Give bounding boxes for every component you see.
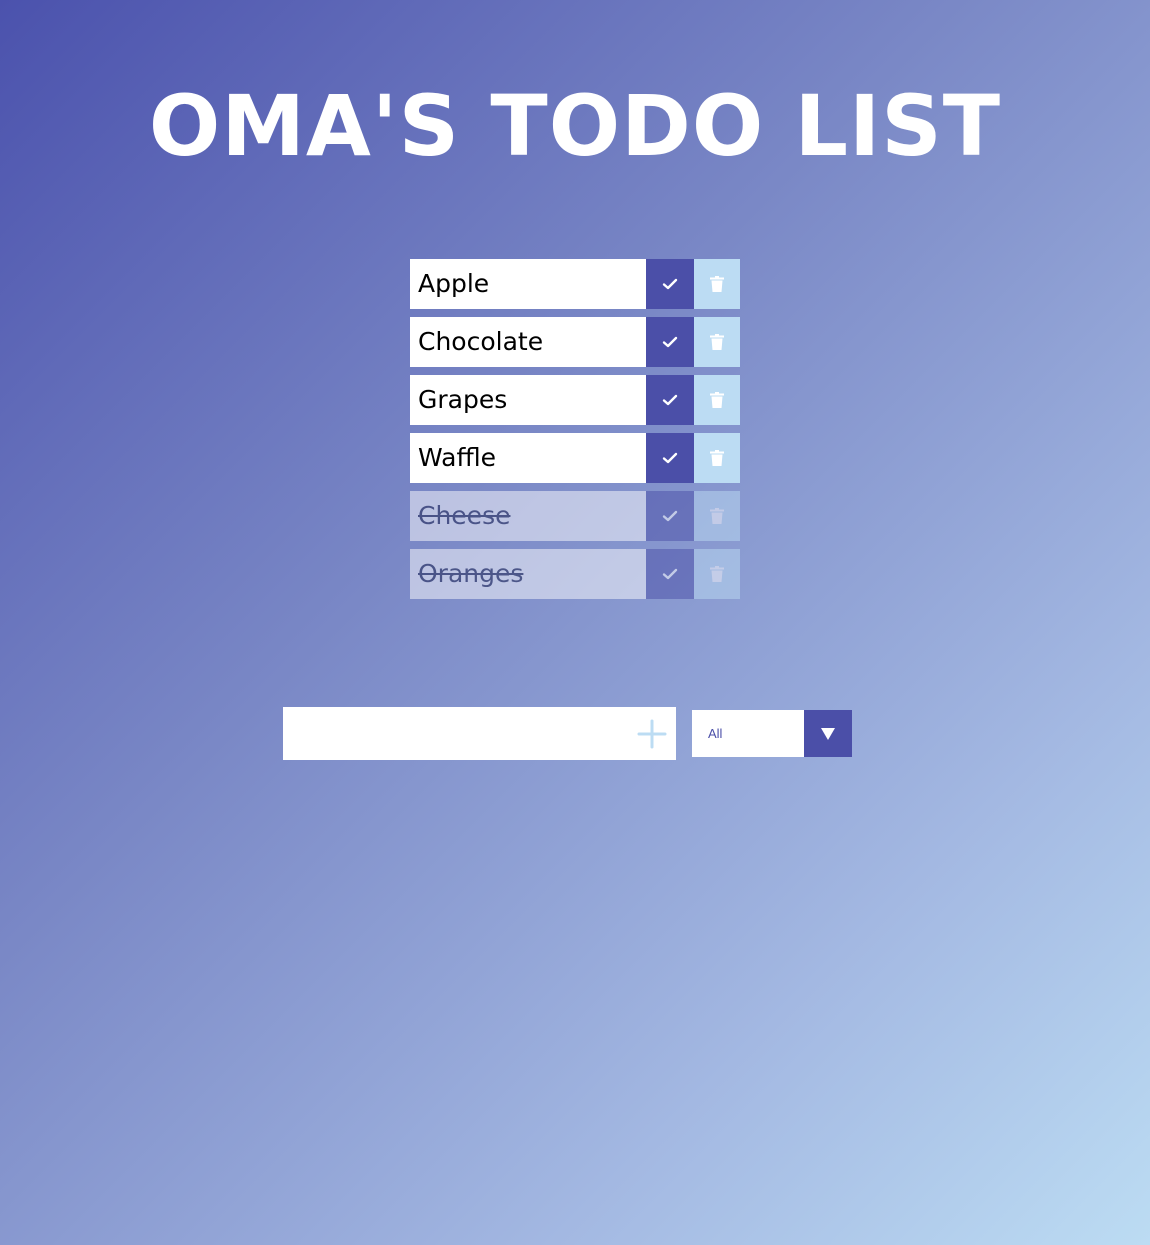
plus-icon — [637, 719, 667, 749]
delete-button[interactable] — [694, 549, 740, 599]
delete-button[interactable] — [694, 491, 740, 541]
todo-item: Apple — [410, 259, 740, 309]
todo-text: Waffle — [410, 433, 646, 483]
todo-text: Grapes — [410, 375, 646, 425]
complete-button[interactable] — [646, 491, 694, 541]
add-todo-form — [283, 707, 676, 760]
complete-button[interactable] — [646, 259, 694, 309]
todo-list: Apple Chocolate Grapes Waffle Cheese Ora… — [410, 259, 740, 607]
filter-dropdown-button[interactable] — [804, 710, 852, 757]
trash-icon — [710, 392, 724, 408]
trash-icon — [710, 276, 724, 292]
todo-text: Cheese — [410, 491, 646, 541]
delete-button[interactable] — [694, 433, 740, 483]
todo-text: Chocolate — [410, 317, 646, 367]
filter-selected-value: All — [708, 726, 723, 741]
trash-icon — [710, 334, 724, 350]
check-icon — [662, 278, 678, 290]
page-title: OMA'S TODO LIST — [148, 77, 1002, 175]
complete-button[interactable] — [646, 433, 694, 483]
check-icon — [662, 568, 678, 580]
caret-down-icon — [821, 727, 835, 740]
complete-button[interactable] — [646, 375, 694, 425]
todo-item: Waffle — [410, 433, 740, 483]
add-button[interactable] — [636, 718, 668, 750]
complete-button[interactable] — [646, 317, 694, 367]
todo-item: Grapes — [410, 375, 740, 425]
trash-icon — [710, 566, 724, 582]
delete-button[interactable] — [694, 259, 740, 309]
check-icon — [662, 452, 678, 464]
trash-icon — [710, 450, 724, 466]
todo-text: Oranges — [410, 549, 646, 599]
check-icon — [662, 336, 678, 348]
trash-icon — [710, 508, 724, 524]
check-icon — [662, 510, 678, 522]
todo-item-completed: Oranges — [410, 549, 740, 599]
check-icon — [662, 394, 678, 406]
todo-input[interactable] — [283, 707, 623, 760]
complete-button[interactable] — [646, 549, 694, 599]
todo-item-completed: Cheese — [410, 491, 740, 541]
todo-text: Apple — [410, 259, 646, 309]
delete-button[interactable] — [694, 317, 740, 367]
todo-item: Chocolate — [410, 317, 740, 367]
filter-select[interactable]: All — [692, 710, 852, 757]
delete-button[interactable] — [694, 375, 740, 425]
